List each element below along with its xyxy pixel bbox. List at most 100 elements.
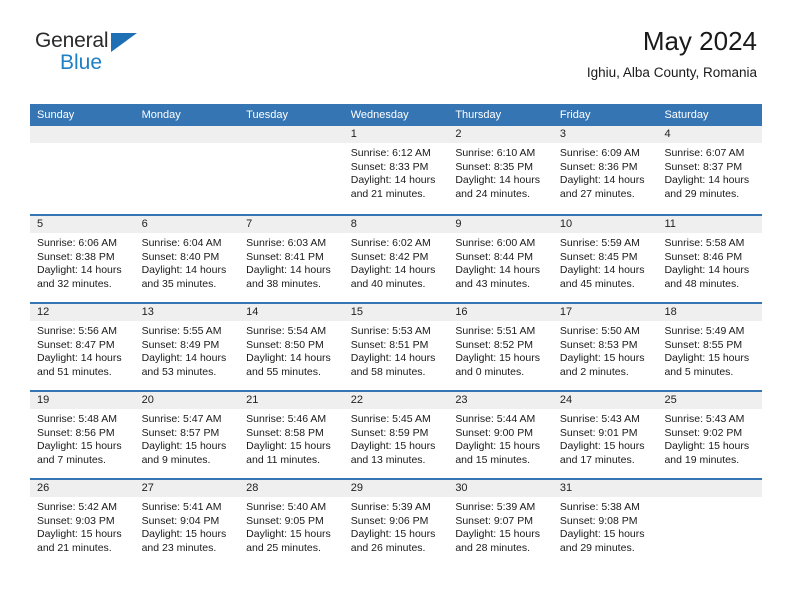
day-number: 3 <box>552 126 658 143</box>
calendar-day-cell[interactable]: 3 Sunrise: 6:09 AM Sunset: 8:36 PM Daylight… <box>552 126 658 214</box>
day-details: Sunrise: 5:50 AM Sunset: 8:53 PM Daylight:… <box>553 321 658 379</box>
sunrise-time: Sunrise: 6:06 AM <box>37 237 117 249</box>
day-number: 29 <box>343 480 449 497</box>
day-number: 20 <box>134 392 240 409</box>
day-of-week-header-row: Sunday Monday Tuesday Wednesday Thursday Frid… <box>30 104 762 126</box>
calendar-day-cell[interactable]: 9 Sunrise: 6:00 AM Sunset: 8:44 PM Daylight… <box>448 216 553 302</box>
sunset-time: Sunset: 8:41 PM <box>246 250 324 263</box>
calendar-week-row: 1 Sunrise: 6:12 AM Sunset: 8:33 PM Daylight… <box>30 126 763 214</box>
sunset-time: Sunset: 8:38 PM <box>37 250 115 263</box>
day-details: Sunrise: 6:04 AM Sunset: 8:40 PM Daylight:… <box>135 233 240 291</box>
calendar-day-cell[interactable]: 24 Sunrise: 5:43 AM Sunset: 9:01 PM Dayligh… <box>552 392 658 478</box>
sunrise-time: Sunrise: 5:48 AM <box>37 413 117 425</box>
day-details: Sunrise: 5:44 AM Sunset: 9:00 PM Daylight:… <box>448 409 553 467</box>
day-number: 4 <box>657 126 763 143</box>
day-number: 31 <box>552 480 658 497</box>
day-of-week-header-wednesday: Wednesday <box>350 109 409 121</box>
sunrise-time: Sunrise: 5:58 AM <box>664 237 745 249</box>
calendar-day-cell[interactable]: 6 Sunrise: 6:04 AM Sunset: 8:40 PM Daylight… <box>134 216 240 302</box>
calendar-day-cell[interactable]: 23 Sunrise: 5:44 AM Sunset: 9:00 PM Dayligh… <box>448 392 553 478</box>
daylight-duration: Daylight: 14 hours and 29 minutes. <box>664 174 750 200</box>
daylight-duration: Daylight: 15 hours and 19 minutes. <box>664 440 750 466</box>
sunset-time: Sunset: 8:46 PM <box>664 250 743 263</box>
calendar-day-cell[interactable]: 30 Sunrise: 5:39 AM Sunset: 9:07 PM Dayligh… <box>448 480 553 566</box>
daylight-duration: Daylight: 14 hours and 38 minutes. <box>246 264 331 290</box>
calendar-day-cell[interactable]: 15 Sunrise: 5:53 AM Sunset: 8:51 PM Dayligh… <box>343 304 449 390</box>
sunset-time: Sunset: 9:06 PM <box>350 514 429 527</box>
sunset-time: Sunset: 8:59 PM <box>350 426 429 439</box>
calendar-day-cell[interactable]: 19 Sunrise: 5:48 AM Sunset: 8:56 PM Dayligh… <box>30 392 135 478</box>
daylight-duration: Daylight: 15 hours and 25 minutes. <box>246 528 331 554</box>
day-number: 28 <box>239 480 344 497</box>
sunrise-time: Sunrise: 5:41 AM <box>141 501 222 513</box>
calendar-day-cell[interactable]: 12 Sunrise: 5:56 AM Sunset: 8:47 PM Dayligh… <box>30 304 135 390</box>
calendar-day-cell[interactable]: 25 Sunrise: 5:43 AM Sunset: 9:02 PM Dayligh… <box>657 392 763 478</box>
calendar-page: General Blue May 2024 Ighiu, Alba County… <box>0 0 792 612</box>
sunrise-time: Sunrise: 5:39 AM <box>455 501 536 513</box>
daylight-duration: Daylight: 15 hours and 7 minutes. <box>37 440 122 466</box>
calendar-day-cell[interactable]: 1 Sunrise: 6:12 AM Sunset: 8:33 PM Daylight… <box>343 126 449 214</box>
calendar-day-cell[interactable]: 27 Sunrise: 5:41 AM Sunset: 9:04 PM Dayligh… <box>134 480 240 566</box>
day-details: Sunrise: 6:10 AM Sunset: 8:35 PM Daylight:… <box>448 143 553 201</box>
calendar-day-cell[interactable]: 16 Sunrise: 5:51 AM Sunset: 8:52 PM Dayligh… <box>448 304 553 390</box>
daylight-duration: Daylight: 14 hours and 51 minutes. <box>37 352 122 378</box>
day-number: 15 <box>343 304 449 321</box>
sunrise-time: Sunrise: 6:07 AM <box>664 147 745 159</box>
sunset-time: Sunset: 8:42 PM <box>350 250 429 263</box>
day-details: Sunrise: 5:48 AM Sunset: 8:56 PM Daylight:… <box>30 409 135 467</box>
calendar-day-cell[interactable]: 29 Sunrise: 5:39 AM Sunset: 9:06 PM Dayligh… <box>343 480 449 566</box>
calendar-day-cell[interactable]: 21 Sunrise: 5:46 AM Sunset: 8:58 PM Dayligh… <box>239 392 344 478</box>
day-number: 1 <box>343 126 449 143</box>
calendar-day-cell[interactable]: 18 Sunrise: 5:49 AM Sunset: 8:55 PM Dayligh… <box>657 304 763 390</box>
day-number <box>657 480 763 497</box>
day-details: Sunrise: 5:39 AM Sunset: 9:07 PM Daylight:… <box>448 497 553 555</box>
day-details: Sunrise: 5:45 AM Sunset: 8:59 PM Daylight:… <box>344 409 449 467</box>
calendar-day-cell[interactable]: 2 Sunrise: 6:10 AM Sunset: 8:35 PM Daylight… <box>448 126 553 214</box>
day-details: Sunrise: 6:07 AM Sunset: 8:37 PM Daylight:… <box>657 143 762 201</box>
calendar-day-cell[interactable]: 4 Sunrise: 6:07 AM Sunset: 8:37 PM Daylight… <box>657 126 763 214</box>
calendar-day-cell[interactable]: 10 Sunrise: 5:59 AM Sunset: 8:45 PM Dayligh… <box>552 216 658 302</box>
calendar-day-cell[interactable]: 26 Sunrise: 5:42 AM Sunset: 9:03 PM Dayligh… <box>30 480 135 566</box>
calendar-day-cell[interactable]: 11 Sunrise: 5:58 AM Sunset: 8:46 PM Dayligh… <box>657 216 763 302</box>
sunset-time: Sunset: 9:05 PM <box>246 514 324 527</box>
sunset-time: Sunset: 8:40 PM <box>141 250 220 263</box>
day-number: 5 <box>30 216 135 233</box>
sunrise-time: Sunrise: 6:03 AM <box>246 237 327 249</box>
day-details: Sunrise: 6:03 AM Sunset: 8:41 PM Daylight:… <box>239 233 344 291</box>
calendar-day-cell[interactable]: 28 Sunrise: 5:40 AM Sunset: 9:05 PM Dayligh… <box>239 480 344 566</box>
day-number: 7 <box>239 216 344 233</box>
calendar-day-cell-empty <box>30 126 135 214</box>
daylight-duration: Daylight: 14 hours and 21 minutes. <box>350 174 436 200</box>
day-details: Sunrise: 5:58 AM Sunset: 8:46 PM Daylight:… <box>657 233 762 291</box>
sunset-time: Sunset: 9:08 PM <box>559 514 638 527</box>
calendar-day-cell[interactable]: 5 Sunrise: 6:06 AM Sunset: 8:38 PM Daylight… <box>30 216 135 302</box>
calendar-day-cell[interactable]: 14 Sunrise: 5:54 AM Sunset: 8:50 PM Dayligh… <box>239 304 344 390</box>
calendar-day-cell[interactable]: 13 Sunrise: 5:55 AM Sunset: 8:49 PM Dayligh… <box>134 304 240 390</box>
day-details: Sunrise: 5:41 AM Sunset: 9:04 PM Daylight:… <box>135 497 240 555</box>
day-details: Sunrise: 6:12 AM Sunset: 8:33 PM Daylight:… <box>344 143 449 201</box>
calendar-day-cell[interactable]: 8 Sunrise: 6:02 AM Sunset: 8:42 PM Daylight… <box>343 216 449 302</box>
sunrise-time: Sunrise: 5:49 AM <box>664 325 745 337</box>
sunrise-time: Sunrise: 5:59 AM <box>559 237 640 249</box>
calendar-day-cell[interactable]: 20 Sunrise: 5:47 AM Sunset: 8:57 PM Dayligh… <box>134 392 240 478</box>
calendar-week-row: 26 Sunrise: 5:42 AM Sunset: 9:03 PM Dayligh… <box>30 478 763 566</box>
sunset-time: Sunset: 8:55 PM <box>664 338 743 351</box>
daylight-duration: Daylight: 15 hours and 23 minutes. <box>141 528 227 554</box>
daylight-duration: Daylight: 14 hours and 40 minutes. <box>350 264 436 290</box>
calendar-day-cell-empty <box>657 480 763 566</box>
calendar-day-cell[interactable]: 17 Sunrise: 5:50 AM Sunset: 8:53 PM Dayligh… <box>552 304 658 390</box>
day-number: 9 <box>448 216 553 233</box>
daylight-duration: Daylight: 14 hours and 48 minutes. <box>664 264 750 290</box>
day-number <box>239 126 344 143</box>
daylight-duration: Daylight: 14 hours and 32 minutes. <box>37 264 122 290</box>
logo-triangle-icon <box>111 33 137 52</box>
calendar-day-cell[interactable]: 22 Sunrise: 5:45 AM Sunset: 8:59 PM Dayligh… <box>343 392 449 478</box>
daylight-duration: Daylight: 14 hours and 43 minutes. <box>455 264 540 290</box>
day-number: 23 <box>448 392 553 409</box>
calendar-day-cell[interactable]: 31 Sunrise: 5:38 AM Sunset: 9:08 PM Dayligh… <box>552 480 658 566</box>
daylight-duration: Daylight: 15 hours and 11 minutes. <box>246 440 331 466</box>
page-title: May 2024 <box>642 26 757 56</box>
daylight-duration: Daylight: 15 hours and 17 minutes. <box>559 440 645 466</box>
calendar-day-cell[interactable]: 7 Sunrise: 6:03 AM Sunset: 8:41 PM Daylight… <box>239 216 344 302</box>
day-number: 18 <box>657 304 763 321</box>
